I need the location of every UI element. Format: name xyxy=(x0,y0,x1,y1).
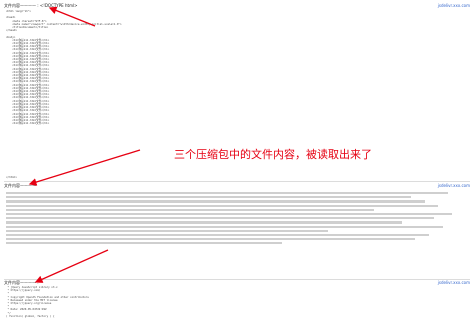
arrow-icons xyxy=(28,6,141,283)
arrow-to-section-2-icon xyxy=(28,149,141,186)
arrow-to-section-3-icon xyxy=(34,249,109,283)
arrow-to-section-1-icon xyxy=(48,6,96,27)
